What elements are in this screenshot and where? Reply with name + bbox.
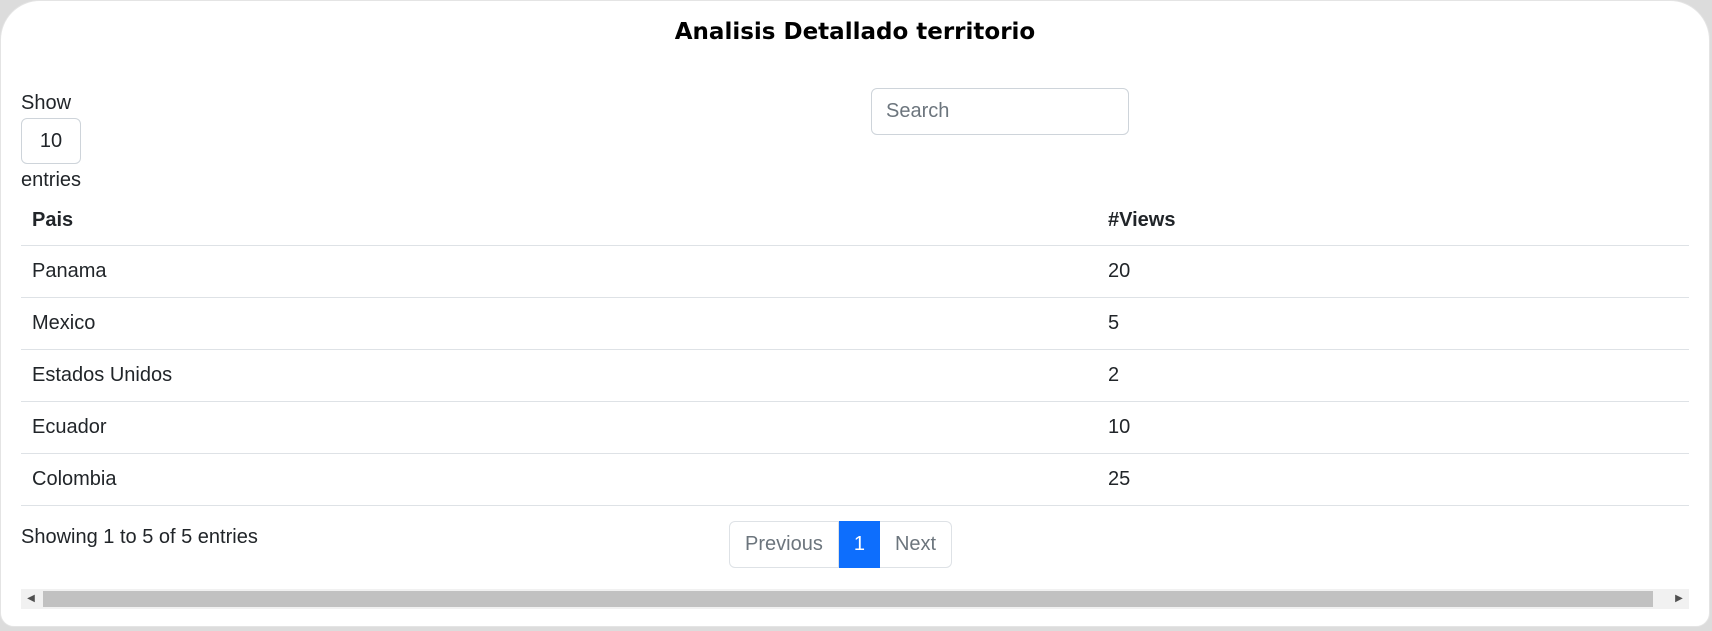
column-header-pais[interactable]: Pais [21, 195, 1097, 246]
table-row: Estados Unidos 2 [21, 349, 1689, 402]
next-page-button[interactable]: Next [879, 521, 953, 568]
cell-pais: Colombia [21, 453, 1097, 506]
content-card: Analisis Detallado territorio Show 10 en… [0, 0, 1710, 627]
pagination: Previous 1 Next [729, 521, 953, 568]
table-row: Ecuador 10 [21, 401, 1689, 454]
cell-pais: Ecuador [21, 401, 1097, 454]
entries-per-page-select[interactable]: 10 [21, 118, 81, 164]
data-table: Pais #Views Panama 20 Mexico 5 Estados U… [21, 195, 1689, 506]
scroll-left-icon[interactable]: ◀ [21, 589, 41, 609]
cell-views: 20 [1097, 245, 1689, 298]
cell-pais: Estados Unidos [21, 349, 1097, 402]
scroll-right-icon[interactable]: ▶ [1669, 589, 1689, 609]
search-input[interactable] [871, 88, 1129, 135]
cell-views: 2 [1097, 349, 1689, 402]
horizontal-scrollbar[interactable]: ◀ ▶ [21, 589, 1689, 609]
cell-views: 10 [1097, 401, 1689, 454]
table-info: Showing 1 to 5 of 5 entries [21, 526, 258, 548]
scrollbar-thumb[interactable] [43, 591, 1653, 607]
table-row: Colombia 25 [21, 453, 1689, 506]
entries-label: entries [21, 169, 82, 191]
page-title: Analisis Detallado territorio [674, 19, 1036, 45]
previous-page-button[interactable]: Previous [729, 521, 839, 568]
cell-pais: Mexico [21, 297, 1097, 350]
cell-views: 25 [1097, 453, 1689, 506]
table-header-row: Pais #Views [21, 195, 1689, 246]
cell-pais: Panama [21, 245, 1097, 298]
table-row: Mexico 5 [21, 297, 1689, 350]
column-header-views[interactable]: #Views [1097, 195, 1689, 246]
cell-views: 5 [1097, 297, 1689, 350]
table-row: Panama 20 [21, 245, 1689, 298]
show-label: Show [21, 92, 72, 114]
page-1-button[interactable]: 1 [838, 521, 880, 568]
